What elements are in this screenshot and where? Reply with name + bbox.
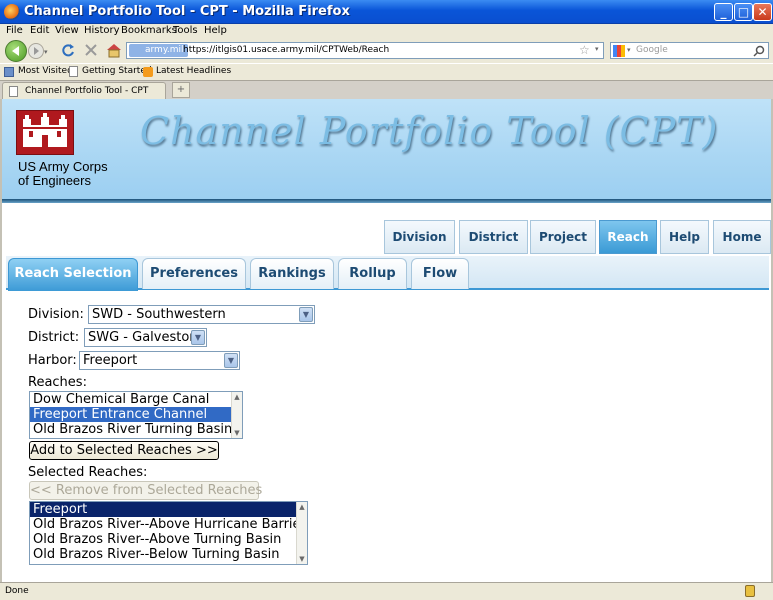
minimize-button[interactable]: _ [714,3,733,21]
google-engine-icon[interactable] [613,45,625,57]
tab-preferences[interactable]: Preferences [142,258,246,289]
tab-reach-selection[interactable]: Reach Selection [8,258,138,291]
nav-reach[interactable]: Reach [599,220,657,254]
chevron-down-icon: ▼ [191,330,205,345]
harbor-select[interactable]: Freeport ▼ [79,351,240,370]
search-box[interactable]: ▾ Google [610,42,769,59]
engine-dropdown-icon[interactable]: ▾ [627,46,631,54]
menu-bookmarks[interactable]: Bookmarks [121,25,177,36]
nav-home[interactable]: Home [713,220,771,254]
org-name-line2: of Engineers [18,173,91,188]
page-icon [69,66,78,77]
url-text[interactable]: https://itlgis01.usace.army.mil/CPTWeb/R… [183,45,389,55]
menu-help[interactable]: Help [204,25,227,36]
nav-division[interactable]: Division [384,220,455,254]
bookmark-star-icon[interactable]: ☆ [579,43,590,57]
harbor-value: Freeport [83,353,138,368]
browser-tab-title: Channel Portfolio Tool - CPT [25,86,149,96]
reaches-label: Reaches: [28,375,87,390]
app-banner-title: Channel Portfolio Tool (CPT) [140,109,719,153]
back-arrow-icon [12,46,19,56]
browser-tab-active[interactable]: Channel Portfolio Tool - CPT [2,82,166,100]
nav-help[interactable]: Help [660,220,709,254]
reaches-scrollbar[interactable]: ▲ ▼ [231,392,242,438]
selected-reach-option[interactable]: Old Brazos River--Above Turning Basin [30,532,307,547]
site-banner: US Army Corps of Engineers Channel Portf… [2,99,771,199]
forward-arrow-icon [34,47,39,55]
org-name: US Army Corps of Engineers [18,160,108,188]
history-dropdown-icon[interactable]: ▾ [44,48,48,56]
scroll-down-icon[interactable]: ▼ [232,428,242,438]
tab-rankings[interactable]: Rankings [250,258,334,289]
reaches-listbox[interactable]: Dow Chemical Barge Canal Freeport Entran… [29,391,243,439]
usace-castle-logo [16,110,74,155]
district-label: District: [28,330,80,345]
tab-rollup[interactable]: Rollup [338,258,407,289]
bookmark-latest-headlines[interactable]: Latest Headlines [156,66,231,76]
close-button[interactable]: ✕ [753,3,772,21]
page-content: US Army Corps of Engineers Channel Portf… [0,99,773,582]
selected-reaches-label: Selected Reaches: [28,465,148,480]
most-visited-icon [4,67,14,77]
window-title: Channel Portfolio Tool - CPT - Mozilla F… [24,4,350,19]
url-dropdown-icon[interactable]: ▾ [595,45,599,53]
menu-tools[interactable]: Tools [173,25,198,36]
menu-edit[interactable]: Edit [30,25,49,36]
remove-from-selected-reaches-button[interactable]: << Remove from Selected Reaches [29,481,262,500]
chevron-down-icon: ▼ [224,353,238,368]
selected-reaches-listbox[interactable]: Freeport Old Brazos River--Above Hurrica… [29,501,308,565]
bookmark-getting-started[interactable]: Getting Started [82,66,152,76]
org-name-line1: US Army Corps [18,159,108,174]
scroll-down-icon[interactable]: ▼ [297,554,307,564]
reach-option-selected[interactable]: Freeport Entrance Channel [30,407,242,422]
selected-reaches-scrollbar[interactable]: ▲ ▼ [296,502,307,564]
division-value: SWD - Southwestern [92,307,226,322]
division-select[interactable]: SWD - Southwestern ▼ [88,305,315,324]
chevron-down-icon: ▼ [299,307,313,322]
selected-reach-option[interactable]: Old Brazos River--Above Hurricane Barrie… [30,517,307,532]
harbor-label: Harbor: [28,353,77,368]
back-button[interactable] [5,40,27,62]
forward-button[interactable] [28,43,44,59]
home-icon[interactable] [105,41,123,59]
window-title-bar: Channel Portfolio Tool - CPT - Mozilla F… [0,0,773,24]
page-icon [9,86,18,97]
scroll-up-icon[interactable]: ▲ [297,502,307,512]
district-value: SWG - Galveston [88,330,198,345]
district-select[interactable]: SWG - Galveston ▼ [84,328,207,347]
selected-reach-option[interactable]: Old Brazos River--Below Turning Basin [30,547,307,562]
castle-icon [23,113,67,147]
reload-icon[interactable] [60,42,76,58]
new-tab-button[interactable]: + [172,82,190,98]
reach-option[interactable]: Dow Chemical Barge Canal [30,392,242,407]
bookmark-most-visited[interactable]: Most Visited [18,66,73,76]
search-icon[interactable] [753,45,765,57]
scroll-up-icon[interactable]: ▲ [232,392,242,402]
tab-flow[interactable]: Flow [411,258,469,289]
status-text: Done [5,586,29,596]
status-bar: Done [0,582,773,600]
reach-option[interactable]: Old Brazos River Turning Basin [30,422,242,437]
add-to-selected-reaches-button[interactable]: Add to Selected Reaches >> [29,441,219,460]
bookmarks-toolbar: Most Visited Getting Started Latest Head… [0,63,773,80]
address-bar[interactable]: army.mil https://itlgis01.usace.army.mil… [126,42,604,59]
menu-view[interactable]: View [55,25,79,36]
padlock-icon[interactable] [745,585,755,597]
nav-project[interactable]: Project [530,220,596,254]
site-identity-badge[interactable]: army.mil [129,44,188,57]
browser-tab-strip: Channel Portfolio Tool - CPT + [0,80,773,100]
nav-district[interactable]: District [459,220,528,254]
firefox-icon [4,4,20,20]
stop-icon[interactable] [83,42,99,58]
banner-divider [2,199,771,203]
menu-history[interactable]: History [84,25,120,36]
rss-feed-icon [143,67,153,77]
menu-bar: File Edit View History Bookmarks Tools H… [0,24,773,38]
division-label: Division: [28,307,84,322]
selected-reach-option-selected[interactable]: Freeport [30,502,307,517]
maximize-button[interactable]: □ [734,3,753,21]
menu-file[interactable]: File [6,25,23,36]
search-input[interactable]: Google [636,45,668,55]
